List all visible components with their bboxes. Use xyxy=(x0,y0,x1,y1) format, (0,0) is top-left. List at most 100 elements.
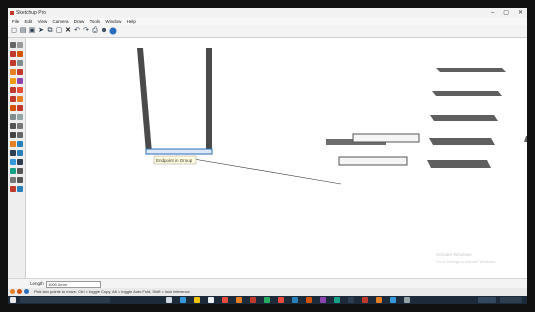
shelf-right-1[interactable] xyxy=(436,68,506,72)
minimize-button[interactable]: – xyxy=(491,8,494,18)
look-around-tool-icon[interactable] xyxy=(10,177,16,183)
window-title: Sketchup Pro xyxy=(16,10,47,16)
eraser-tool-icon[interactable] xyxy=(10,51,16,57)
info-icon[interactable] xyxy=(24,289,29,294)
credits-icon[interactable] xyxy=(17,289,22,294)
push-pull-tool-icon[interactable] xyxy=(17,87,23,93)
drawing-canvas[interactable]: Endpoint in Group Activate Windows Go to… xyxy=(26,38,527,278)
open-folder-icon[interactable]: ▤ xyxy=(19,27,27,35)
new-file-icon[interactable]: ◻ xyxy=(10,27,18,35)
user-icon[interactable]: ☻ xyxy=(100,27,108,35)
copy-icon[interactable]: ⧉ xyxy=(46,27,54,35)
delete-icon[interactable]: ✕ xyxy=(64,27,72,35)
shelf-right-3[interactable] xyxy=(430,115,498,121)
menu-draw[interactable]: Draw xyxy=(74,19,85,24)
undo-icon[interactable]: ↶ xyxy=(73,27,81,35)
help-icon[interactable] xyxy=(109,27,117,35)
select-tool-icon[interactable] xyxy=(10,42,16,48)
activate-watermark-sub: Go to Settings to activate Windows. xyxy=(436,260,496,264)
select-arrow-icon[interactable]: ➤ xyxy=(37,27,45,35)
zoom-extents-tool-icon[interactable] xyxy=(10,159,16,165)
position-camera-tool-icon[interactable] xyxy=(10,168,16,174)
warehouse-tool-icon[interactable] xyxy=(10,186,16,192)
text-tool-icon[interactable] xyxy=(17,123,23,129)
extension-tool-icon[interactable] xyxy=(17,186,23,192)
shelf-right-5[interactable] xyxy=(427,160,491,168)
search-box[interactable] xyxy=(20,297,110,303)
system-tray[interactable] xyxy=(478,297,496,303)
app-icon-9[interactable] xyxy=(362,297,368,303)
shelf-middle-lower[interactable] xyxy=(338,156,408,166)
app-icon-12[interactable] xyxy=(404,297,410,303)
freehand-tool-icon[interactable] xyxy=(17,60,23,66)
print-icon[interactable]: ⎙ xyxy=(91,27,99,35)
chrome-icon[interactable] xyxy=(222,297,228,303)
menu-camera[interactable]: Camera xyxy=(53,19,69,24)
follow-me-tool-icon[interactable] xyxy=(17,96,23,102)
zoom-tool-icon[interactable] xyxy=(10,150,16,156)
shelf-right-4[interactable] xyxy=(429,138,495,145)
sketchup-taskbar-icon[interactable] xyxy=(278,297,284,303)
app-icon-3[interactable] xyxy=(264,297,270,303)
circle-tool-icon[interactable] xyxy=(17,69,23,75)
menu-bar: File Edit View Camera Draw Tools Window … xyxy=(8,18,527,25)
inference-line xyxy=(175,155,342,185)
polygon-tool-icon[interactable] xyxy=(10,78,16,84)
geolocation-icon[interactable] xyxy=(10,289,15,294)
model-viewport[interactable]: Endpoint in Group Activate Windows Go to… xyxy=(26,38,527,278)
rotate-tool-icon[interactable] xyxy=(10,96,16,102)
shelf-far-right[interactable] xyxy=(524,136,527,142)
paint-tool-icon[interactable] xyxy=(17,51,23,57)
protractor-tool-icon[interactable] xyxy=(10,123,16,129)
save-icon[interactable]: ▣ xyxy=(28,27,36,35)
app-icon-5[interactable] xyxy=(306,297,312,303)
frame-bottom-rail[interactable] xyxy=(145,148,213,155)
menu-help[interactable]: Help xyxy=(127,19,136,24)
dimension-tool-icon[interactable] xyxy=(17,114,23,120)
activate-watermark-title: Activate Windows xyxy=(436,252,472,257)
app-icon-8[interactable] xyxy=(348,297,354,303)
sketchup-window: Sketchup Pro – ▢ ✕ File Edit View Camera… xyxy=(8,8,527,304)
paste-icon[interactable]: ▢ xyxy=(55,27,63,35)
app-icon-4[interactable] xyxy=(292,297,298,303)
app-icon-1[interactable] xyxy=(236,297,242,303)
component-tool-icon[interactable] xyxy=(17,42,23,48)
task-view-icon[interactable] xyxy=(166,297,172,303)
axes-tool-icon[interactable] xyxy=(10,132,16,138)
edge-icon[interactable] xyxy=(180,297,186,303)
menu-view[interactable]: View xyxy=(38,19,48,24)
orbit-tool-icon[interactable] xyxy=(10,141,16,147)
length-input[interactable]: 1000.0mm xyxy=(46,281,101,288)
maximize-button[interactable]: ▢ xyxy=(503,8,509,18)
line-tool-icon[interactable] xyxy=(10,60,16,66)
menu-file[interactable]: File xyxy=(12,19,19,24)
app-icon-11[interactable] xyxy=(390,297,396,303)
scale-tool-icon[interactable] xyxy=(10,105,16,111)
pan-tool-icon[interactable] xyxy=(17,141,23,147)
close-button[interactable]: ✕ xyxy=(518,8,523,18)
menu-tools[interactable]: Tools xyxy=(90,19,101,24)
app-icon-2[interactable] xyxy=(250,297,256,303)
section-plane-tool-icon[interactable] xyxy=(17,177,23,183)
tape-tool-icon[interactable] xyxy=(10,114,16,120)
walk-tool-icon[interactable] xyxy=(17,168,23,174)
explorer-icon[interactable] xyxy=(194,297,200,303)
app-icon-10[interactable] xyxy=(376,297,382,303)
arc-tool-icon[interactable] xyxy=(17,78,23,84)
shelf-middle-selected[interactable] xyxy=(352,133,420,143)
previous-view-tool-icon[interactable] xyxy=(17,159,23,165)
3d-text-tool-icon[interactable] xyxy=(17,132,23,138)
zoom-window-tool-icon[interactable] xyxy=(17,150,23,156)
move-tool-icon[interactable] xyxy=(10,87,16,93)
menu-edit[interactable]: Edit xyxy=(25,19,33,24)
clock[interactable] xyxy=(500,297,522,303)
menu-window[interactable]: Window xyxy=(105,19,121,24)
rectangle-tool-icon[interactable] xyxy=(10,69,16,75)
start-icon[interactable] xyxy=(10,297,16,303)
app-icon-7[interactable] xyxy=(334,297,340,303)
offset-tool-icon[interactable] xyxy=(17,105,23,111)
shelf-right-2[interactable] xyxy=(432,91,502,96)
store-icon[interactable] xyxy=(208,297,214,303)
redo-icon[interactable]: ↷ xyxy=(82,27,90,35)
app-icon-6[interactable] xyxy=(320,297,326,303)
